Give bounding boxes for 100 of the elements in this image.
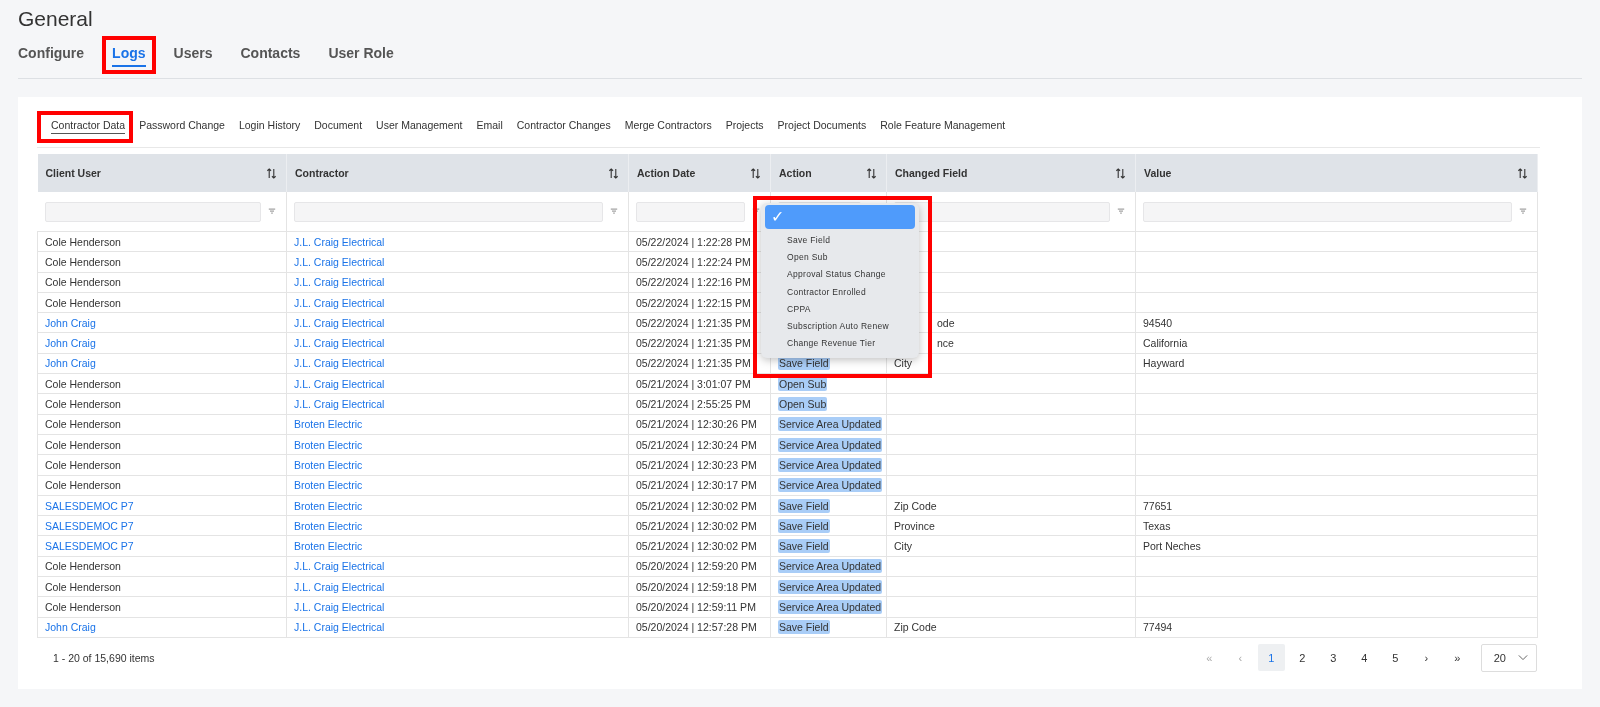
contractor-link[interactable]: Broten Electric bbox=[294, 438, 363, 451]
dropdown-option[interactable]: CPPA bbox=[765, 300, 915, 318]
contractor-link[interactable]: J.L. Craig Electrical bbox=[294, 398, 385, 410]
table-cell: 05/22/2024 | 1:22:15 PM bbox=[636, 296, 751, 309]
dropdown-option[interactable]: Open Sub bbox=[765, 249, 915, 267]
table-cell: Cole Henderson bbox=[45, 398, 121, 410]
sort-icon[interactable] bbox=[266, 168, 277, 179]
sort-icon[interactable] bbox=[750, 168, 761, 179]
contractor-link[interactable]: J.L. Craig Electrical bbox=[294, 276, 385, 289]
contractor-link[interactable]: Broten Electric bbox=[294, 499, 363, 512]
table-cell: Cole Henderson bbox=[45, 377, 121, 390]
subtab[interactable]: Document bbox=[314, 119, 363, 134]
tab[interactable]: Logs bbox=[112, 43, 146, 67]
contractor-link[interactable]: J.L. Craig Electrical bbox=[294, 601, 385, 613]
chevron-down-icon bbox=[1518, 654, 1528, 662]
subtab[interactable]: User Management bbox=[376, 119, 463, 134]
subtab[interactable]: Email bbox=[476, 119, 503, 134]
dropdown-option[interactable]: Contractor Enrolled bbox=[765, 283, 915, 301]
table-cell: 05/20/2024 | 12:57:28 PM bbox=[636, 621, 757, 634]
sort-icon[interactable] bbox=[1115, 168, 1126, 179]
filter-field[interactable] bbox=[636, 201, 745, 222]
subtab[interactable]: Password Change bbox=[139, 119, 225, 134]
user-link[interactable]: John Craig bbox=[45, 337, 96, 350]
page-button[interactable]: 5 bbox=[1381, 644, 1409, 672]
subtab[interactable]: Login History bbox=[238, 119, 301, 134]
dropdown-option[interactable]: Subscription Auto Renew bbox=[765, 317, 915, 336]
table-cell: City bbox=[894, 540, 913, 553]
action-label: Service Area Updated bbox=[778, 478, 883, 493]
subtab[interactable]: Contractor Changes bbox=[516, 119, 611, 134]
table-cell: 05/20/2024 | 12:59:20 PM bbox=[636, 560, 757, 573]
contractor-link[interactable]: Broten Electric bbox=[294, 418, 363, 431]
contractor-link[interactable]: J.L. Craig Electrical bbox=[294, 580, 385, 593]
dropdown-option[interactable]: Approval Status Change bbox=[765, 266, 915, 284]
column-header[interactable]: Client User bbox=[37, 154, 287, 192]
table-cell: 94540 bbox=[1143, 316, 1173, 329]
column-header[interactable]: Action bbox=[770, 154, 887, 192]
table-cell: California bbox=[1143, 337, 1188, 350]
filter-field[interactable] bbox=[44, 201, 261, 222]
column-header[interactable]: Action Date bbox=[628, 154, 771, 192]
subtab[interactable]: Role Feature Management bbox=[880, 119, 1006, 134]
column-header[interactable]: Changed Field bbox=[886, 154, 1136, 192]
filter-field[interactable] bbox=[1143, 201, 1512, 222]
filter-icon[interactable] bbox=[268, 208, 276, 215]
page-button[interactable]: 3 bbox=[1319, 644, 1347, 672]
contractor-link[interactable]: J.L. Craig Electrical bbox=[294, 337, 385, 350]
action-label: Service Area Updated bbox=[778, 457, 883, 472]
column-header[interactable]: Value bbox=[1135, 154, 1538, 192]
tab[interactable]: Users bbox=[173, 43, 213, 67]
table-cell: 05/21/2024 | 2:55:25 PM bbox=[636, 398, 751, 410]
table-cell: 05/21/2024 | 12:30:17 PM bbox=[636, 479, 757, 492]
page-button[interactable]: 4 bbox=[1350, 644, 1378, 672]
tab[interactable]: User Role bbox=[328, 43, 394, 67]
table-cell: 05/22/2024 | 1:22:24 PM bbox=[636, 255, 751, 268]
contractor-link[interactable]: Broten Electric bbox=[294, 519, 363, 532]
contractor-link[interactable]: J.L. Craig Electrical bbox=[294, 255, 385, 268]
sort-icon[interactable] bbox=[866, 168, 877, 179]
table-cell: 05/20/2024 | 12:59:18 PM bbox=[636, 580, 757, 593]
sort-icon[interactable] bbox=[1517, 168, 1528, 179]
action-label: Save Field bbox=[778, 620, 830, 635]
action-label: Open Sub bbox=[778, 397, 828, 411]
dropdown-option[interactable]: Change Revenue Tier bbox=[765, 335, 915, 353]
user-link[interactable]: John Craig bbox=[45, 357, 96, 370]
user-link[interactable]: John Craig bbox=[45, 316, 96, 329]
contractor-link[interactable]: J.L. Craig Electrical bbox=[294, 357, 385, 370]
tab[interactable]: Configure bbox=[18, 43, 85, 67]
contractor-link[interactable]: J.L. Craig Electrical bbox=[294, 621, 385, 634]
dropdown-option[interactable]: Save Field bbox=[765, 232, 915, 250]
table-cell: 05/21/2024 | 12:30:24 PM bbox=[636, 438, 757, 451]
table-cell: City bbox=[894, 357, 913, 370]
filter-icon[interactable] bbox=[610, 208, 618, 215]
last-page-button[interactable]: » bbox=[1443, 644, 1471, 672]
contractor-link[interactable]: J.L. Craig Electrical bbox=[294, 296, 385, 309]
filter-icon[interactable] bbox=[1117, 208, 1125, 215]
table-cell: 05/21/2024 | 12:30:26 PM bbox=[636, 418, 757, 431]
page-title: General bbox=[18, 6, 93, 32]
user-link[interactable]: John Craig bbox=[45, 621, 96, 634]
contractor-link[interactable]: J.L. Craig Electrical bbox=[294, 560, 385, 573]
contractor-link[interactable]: J.L. Craig Electrical bbox=[294, 235, 385, 248]
filter-icon[interactable] bbox=[1519, 208, 1527, 215]
page-button[interactable]: 1 bbox=[1257, 644, 1285, 672]
contractor-link[interactable]: Broten Electric bbox=[294, 458, 363, 471]
contractor-link[interactable]: J.L. Craig Electrical bbox=[294, 316, 385, 329]
subtab[interactable]: Merge Contractors bbox=[624, 119, 712, 134]
page-size-select[interactable]: 20 bbox=[1480, 643, 1537, 672]
subtab[interactable]: Project Documents bbox=[777, 119, 867, 134]
page-button[interactable]: 2 bbox=[1288, 644, 1316, 672]
contractor-link[interactable]: Broten Electric bbox=[294, 479, 363, 492]
filter-field[interactable] bbox=[294, 201, 603, 222]
table-cell: Cole Henderson bbox=[45, 418, 121, 431]
sort-icon[interactable] bbox=[608, 168, 619, 179]
table-cell: 77651 bbox=[1143, 499, 1173, 512]
contractor-link[interactable]: J.L. Craig Electrical bbox=[294, 377, 385, 390]
subtab[interactable]: Projects bbox=[725, 119, 764, 134]
contractor-link[interactable]: Broten Electric bbox=[294, 540, 363, 553]
tab[interactable]: Contacts bbox=[240, 43, 301, 67]
column-header[interactable]: Contractor bbox=[286, 154, 629, 192]
next-page-button[interactable]: › bbox=[1412, 644, 1440, 672]
table-cell: 05/20/2024 | 12:59:11 PM bbox=[636, 601, 756, 613]
table-cell: Cole Henderson bbox=[45, 438, 121, 451]
subtab[interactable]: Contractor Data bbox=[51, 119, 126, 134]
